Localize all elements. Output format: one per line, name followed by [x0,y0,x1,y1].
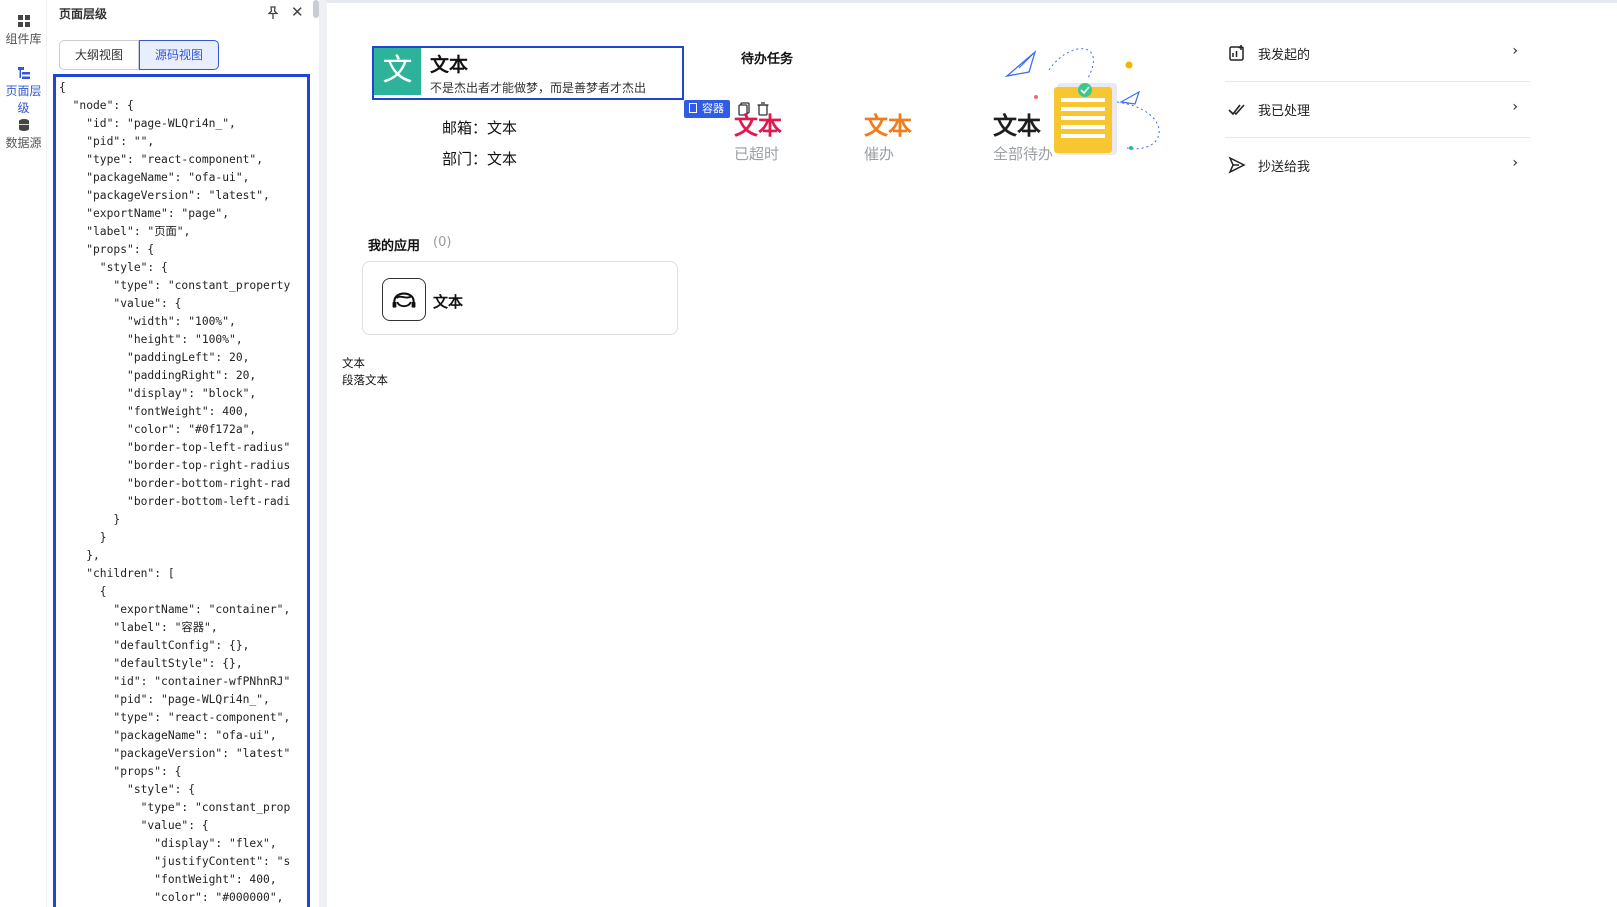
initiated-icon [1229,45,1244,61]
stat-label: 催办 [864,145,895,163]
stat-value: 文本 [864,112,912,140]
chevron-right-icon: › [1512,43,1518,59]
page-hierarchy-panel: 页面层级 ✕ 大纲视图 源码视图 { "node": { "id": "page… [47,0,319,907]
app-headset-icon [382,278,426,321]
profile-name: 文本 [430,54,469,76]
view-toggle: 大纲视图 源码视图 [59,40,219,70]
rail-item-label: 数据源 [5,136,42,150]
app-card[interactable]: 文本 [362,261,678,335]
department-label: 部门： [442,150,488,168]
my-apps-count: (0) [433,235,452,250]
email-label: 邮箱： [442,119,488,137]
selected-component-name: 容器 [702,102,724,115]
profile-container-selected[interactable]: 文 文本 不是杰出者才能做梦，而是善梦者才杰出 [372,46,684,100]
stat-value: 文本 [734,112,782,140]
selected-component-label[interactable]: 容器 [684,100,730,118]
panel-title: 页面层级 [59,7,108,21]
tab-outline-view[interactable]: 大纲视图 [59,40,139,70]
todo-title: 待办任务 [741,52,794,67]
component-library-icon [17,15,30,27]
quick-link-label: 我发起的 [1258,48,1311,63]
profile-motto: 不是杰出者才能做梦，而是善梦者才杰出 [430,81,647,95]
quick-link-initiated[interactable]: 我发起的 › [1225,26,1530,82]
avatar: 文 [374,48,421,95]
rail-item-components[interactable]: 组件库 [0,14,47,47]
file-icon [689,103,697,113]
pin-icon[interactable] [266,6,280,20]
source-code-viewer[interactable]: { "node": { "id": "page-WLQri4n_", "pid"… [53,74,310,907]
chevron-right-icon: › [1512,155,1518,171]
stat-label: 已超时 [734,145,780,163]
email-value: 文本 [487,119,518,137]
text-block: 文本 [342,356,365,370]
department-row: 部门：文本 [442,148,517,169]
design-canvas: 文 文本 不是杰出者才能做梦，而是善梦者才杰出 容器 邮箱：文本 部门：文本 待… [327,0,1617,907]
todo-illustration [1004,48,1160,155]
left-rail: 组件库 页面层级 数据源 [0,0,47,907]
close-icon[interactable]: ✕ [291,4,304,20]
quick-link-label: 抄送给我 [1258,160,1311,175]
send-icon [1228,156,1246,174]
email-row: 邮箱：文本 [442,117,517,138]
processed-check-icon [1228,104,1245,116]
rail-item-datasource[interactable]: 数据源 [0,118,47,151]
stat-overdue[interactable]: 文本 已超时 [734,106,782,164]
quick-link-cc-me[interactable]: 抄送给我 › [1225,138,1530,194]
rail-item-label: 页面层级 [5,84,42,115]
app-name: 文本 [433,293,464,311]
tab-source-view[interactable]: 源码视图 [139,40,219,70]
quick-link-processed[interactable]: 我已处理 › [1225,82,1530,138]
my-apps-title: 我的应用 [368,239,421,254]
stat-urge[interactable]: 文本 催办 [864,106,912,164]
page-hierarchy-icon [17,67,30,79]
source-code-text: { "node": { "id": "page-WLQri4n_", "pid"… [59,81,291,904]
rail-item-label: 组件库 [5,32,42,46]
department-value: 文本 [487,150,518,168]
canvas-top-border [327,0,1617,3]
chevron-right-icon: › [1512,99,1518,115]
rail-item-page-hierarchy[interactable]: 页面层级 [0,66,47,116]
panel-resize-gutter[interactable] [319,0,327,907]
database-icon [18,119,29,131]
quick-link-label: 我已处理 [1258,104,1311,119]
paragraph-text: 段落文本 [342,373,388,387]
